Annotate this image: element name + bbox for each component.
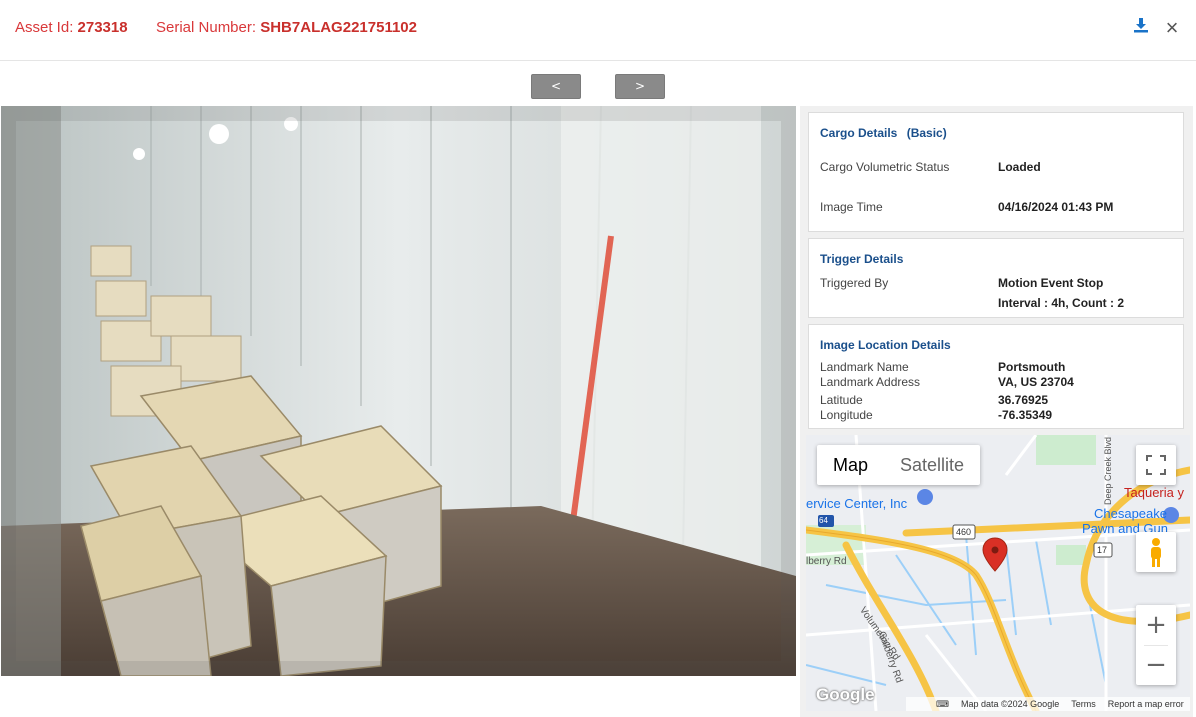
fullscreen-icon <box>1146 455 1166 475</box>
trigger-details-title: Trigger Details <box>820 252 904 266</box>
cargo-details-title-text: Cargo Details <box>820 126 898 140</box>
longitude-value: -76.35349 <box>998 408 1053 422</box>
report-map-error-link[interactable]: Report a map error <box>1108 697 1184 711</box>
image-time-label: Image Time <box>820 200 883 214</box>
map-route-64: 64 <box>819 516 828 525</box>
zoom-control[interactable]: + − <box>1136 605 1176 685</box>
basic-link[interactable]: (Basic) <box>907 126 947 140</box>
image-location-title: Image Location Details <box>820 338 951 352</box>
cargo-details-title: Cargo Details (Basic) <box>820 126 947 140</box>
cargo-status-label: Cargo Volumetric Status <box>820 160 950 174</box>
keyboard-shortcuts-icon[interactable]: ⌨ <box>936 697 949 711</box>
zoom-out-button[interactable]: − <box>1136 645 1176 685</box>
location-map[interactable]: ervice Center, Inc Taqueria y Chesapeake… <box>806 435 1190 711</box>
map-type-control[interactable]: Map Satellite <box>817 445 981 485</box>
landmark-address-label: Landmark Address <box>820 375 921 389</box>
street-view-pegman-button[interactable] <box>1136 532 1176 572</box>
terms-link[interactable]: Terms <box>1071 697 1096 711</box>
google-logo: Google <box>816 685 875 704</box>
map-label-taqueria: Taqueria y <box>1124 485 1184 500</box>
fullscreen-button[interactable] <box>1136 445 1176 485</box>
pegman-icon <box>1151 538 1161 567</box>
map-type-satellite-button[interactable]: Satellite <box>884 445 980 485</box>
serial-number-label: Serial Number: <box>156 19 257 36</box>
latitude-label: Latitude <box>820 393 863 407</box>
map-route-460: 460 <box>956 527 972 537</box>
landmark-name-label: Landmark Name <box>820 360 909 374</box>
cargo-image <box>1 106 796 676</box>
zoom-in-button[interactable]: + <box>1136 605 1176 645</box>
image-time-value: 04/16/2024 01:43 PM <box>998 200 1114 214</box>
map-type-map-button[interactable]: Map <box>817 445 884 485</box>
asset-id-label: Asset Id: <box>15 19 74 36</box>
cargo-status-value: Loaded <box>998 160 1041 174</box>
map-label-service-center: ervice Center, Inc <box>806 496 908 511</box>
latitude-value: 36.76925 <box>998 393 1049 407</box>
previous-image-button[interactable]: < <box>531 74 581 99</box>
next-image-button[interactable]: > <box>615 74 665 99</box>
map-route-17: 17 <box>1097 545 1108 555</box>
longitude-label: Longitude <box>820 408 873 422</box>
details-panel: Cargo Details (Basic) Cargo Volumetric S… <box>800 106 1193 717</box>
image-location-card: Image Location Details Landmark Name Por… <box>808 324 1184 429</box>
serial-number-value: SHB7ALAG221751102 <box>260 19 417 36</box>
map-label-berry-rd: lberry Rd <box>806 556 847 567</box>
close-button[interactable]: × <box>1163 17 1181 39</box>
triggered-by-value: Motion Event Stop <box>998 276 1104 290</box>
trigger-interval-value: Interval : 4h, Count : 2 <box>998 296 1125 310</box>
cargo-details-card: Cargo Details (Basic) Cargo Volumetric S… <box>808 112 1184 232</box>
header: Asset Id: 273318 Serial Number: SHB7ALAG… <box>0 0 1196 61</box>
trigger-details-card: Trigger Details Triggered By Motion Even… <box>808 238 1184 318</box>
asset-id-value: 273318 <box>77 19 128 36</box>
map-label-deep-creek: Deep Creek Blvd <box>1103 436 1113 505</box>
download-icon[interactable] <box>1133 17 1149 33</box>
map-data-attribution: Map data ©2024 Google <box>961 699 1060 709</box>
landmark-address-value: VA, US 23704 <box>998 375 1074 389</box>
asset-id: Asset Id: 273318 <box>15 19 128 36</box>
triggered-by-label: Triggered By <box>820 276 889 290</box>
map-label-chesapeake: Chesapeake <box>1094 506 1167 521</box>
map-footer: ⌨ Map data ©2024 Google Terms Report a m… <box>906 697 1190 711</box>
landmark-name-value: Portsmouth <box>998 360 1066 374</box>
serial-number: Serial Number: SHB7ALAG221751102 <box>156 19 417 36</box>
